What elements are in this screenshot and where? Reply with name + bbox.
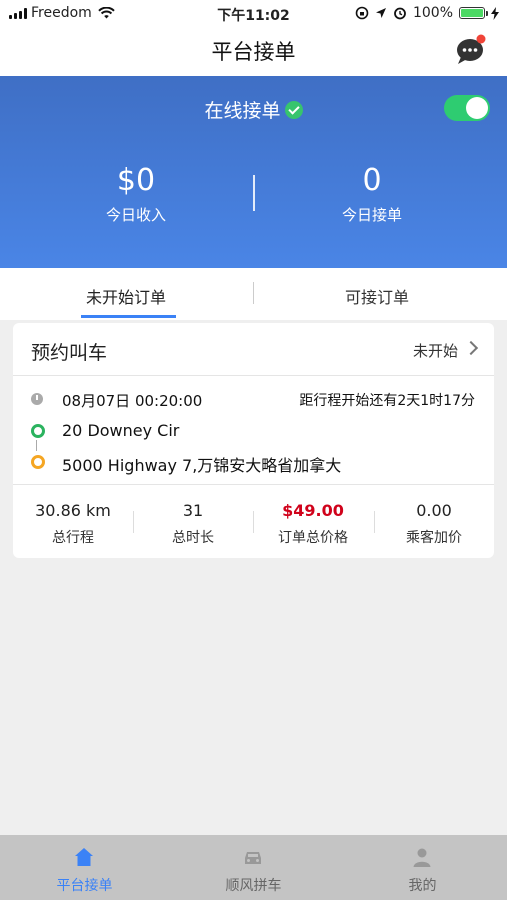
bottom-nav-mine[interactable]: 我的	[338, 835, 507, 900]
tab-divider	[253, 282, 254, 304]
bottom-nav-carpool[interactable]: 顺风拼车	[169, 835, 338, 900]
bottom-nav-label: 平台接单	[56, 878, 113, 894]
bottom-nav-label: 顺风拼车	[225, 878, 282, 894]
online-toggle[interactable]	[444, 95, 490, 121]
clock-icon	[31, 393, 43, 405]
order-status: 未开始	[412, 342, 458, 360]
home-icon	[75, 848, 93, 866]
income-label: 今日收入	[105, 206, 166, 224]
charging-bolt-icon	[491, 6, 499, 20]
rotation-lock-icon	[355, 6, 369, 20]
chevron-right-icon	[463, 340, 479, 356]
metric-label: 总行程	[52, 530, 94, 546]
destination-dot-icon	[31, 455, 45, 469]
bottom-nav: 平台接单 顺风拼车 我的	[0, 835, 507, 900]
metric-value: 0.00	[416, 501, 452, 520]
origin-dot-icon	[31, 424, 45, 438]
tab-available[interactable]: 可接订单	[345, 284, 409, 308]
order-datetime: 08月07日 00:20:00	[62, 392, 203, 410]
nav-bar: 平台接单	[0, 28, 507, 76]
metric-value: 31	[182, 501, 204, 520]
location-arrow-icon	[375, 8, 386, 18]
income-value: $0	[116, 163, 156, 198]
destination-address: 5000 Highway 7,万锦安大略省加拿大	[62, 456, 342, 475]
tab-not-started[interactable]: 未开始订单	[86, 284, 166, 308]
order-card[interactable]: 预约叫车 未开始 08月07日 00:20:00 距行程开始还有2天1时17分 …	[13, 323, 494, 558]
metric-label: 乘客加价	[406, 530, 462, 546]
car-icon	[245, 852, 261, 864]
order-metrics: 30.86 km 总行程 31 总时长 $49.00 订单总价格 0.00 乘客…	[13, 484, 494, 559]
metric-value: $49.00	[282, 501, 344, 520]
online-status: 在线接单	[0, 96, 507, 123]
active-tab-indicator	[81, 315, 176, 318]
order-card-header: 预约叫车 未开始	[13, 323, 494, 376]
orders-label: 今日接单	[341, 206, 402, 224]
metric-label: 总时长	[172, 530, 214, 546]
metric-value: 30.86 km	[35, 501, 111, 520]
alarm-icon	[394, 7, 406, 20]
today-orders: 0 今日接单	[252, 164, 492, 225]
metric-duration: 31 总时长	[133, 501, 253, 547]
chat-icon[interactable]	[455, 33, 487, 65]
trip-countdown: 距行程开始还有2天1时17分	[299, 393, 475, 409]
today-income: $0 今日收入	[16, 164, 256, 225]
person-icon	[413, 848, 431, 867]
online-label: 在线接单	[204, 100, 281, 122]
metric-label: 订单总价格	[278, 530, 348, 546]
status-right: 100%	[355, 5, 499, 21]
metric-distance: 30.86 km 总行程	[13, 501, 133, 547]
battery-percent: 100%	[412, 5, 453, 21]
battery-icon	[459, 7, 488, 19]
notification-dot	[476, 34, 486, 44]
online-status-panel: 在线接单 $0 今日收入 0 今日接单	[0, 76, 507, 268]
page-title: 平台接单	[211, 40, 296, 64]
bottom-nav-label: 我的	[408, 878, 437, 894]
metric-passenger-surcharge: 0.00 乘客加价	[374, 501, 494, 547]
status-bar: Freedom 下午11:02 100%	[0, 0, 507, 28]
order-type: 预约叫车	[31, 342, 108, 364]
verified-check-icon	[284, 101, 303, 119]
toggle-knob	[466, 97, 488, 119]
order-tabs: 未开始订单 可接订单	[0, 268, 507, 320]
route-connector	[36, 440, 37, 451]
metric-total-price: $49.00 订单总价格	[253, 501, 373, 547]
origin-address: 20 Downey Cir	[62, 421, 180, 440]
orders-value: 0	[362, 163, 382, 198]
bottom-nav-platform-orders[interactable]: 平台接单	[0, 835, 169, 900]
